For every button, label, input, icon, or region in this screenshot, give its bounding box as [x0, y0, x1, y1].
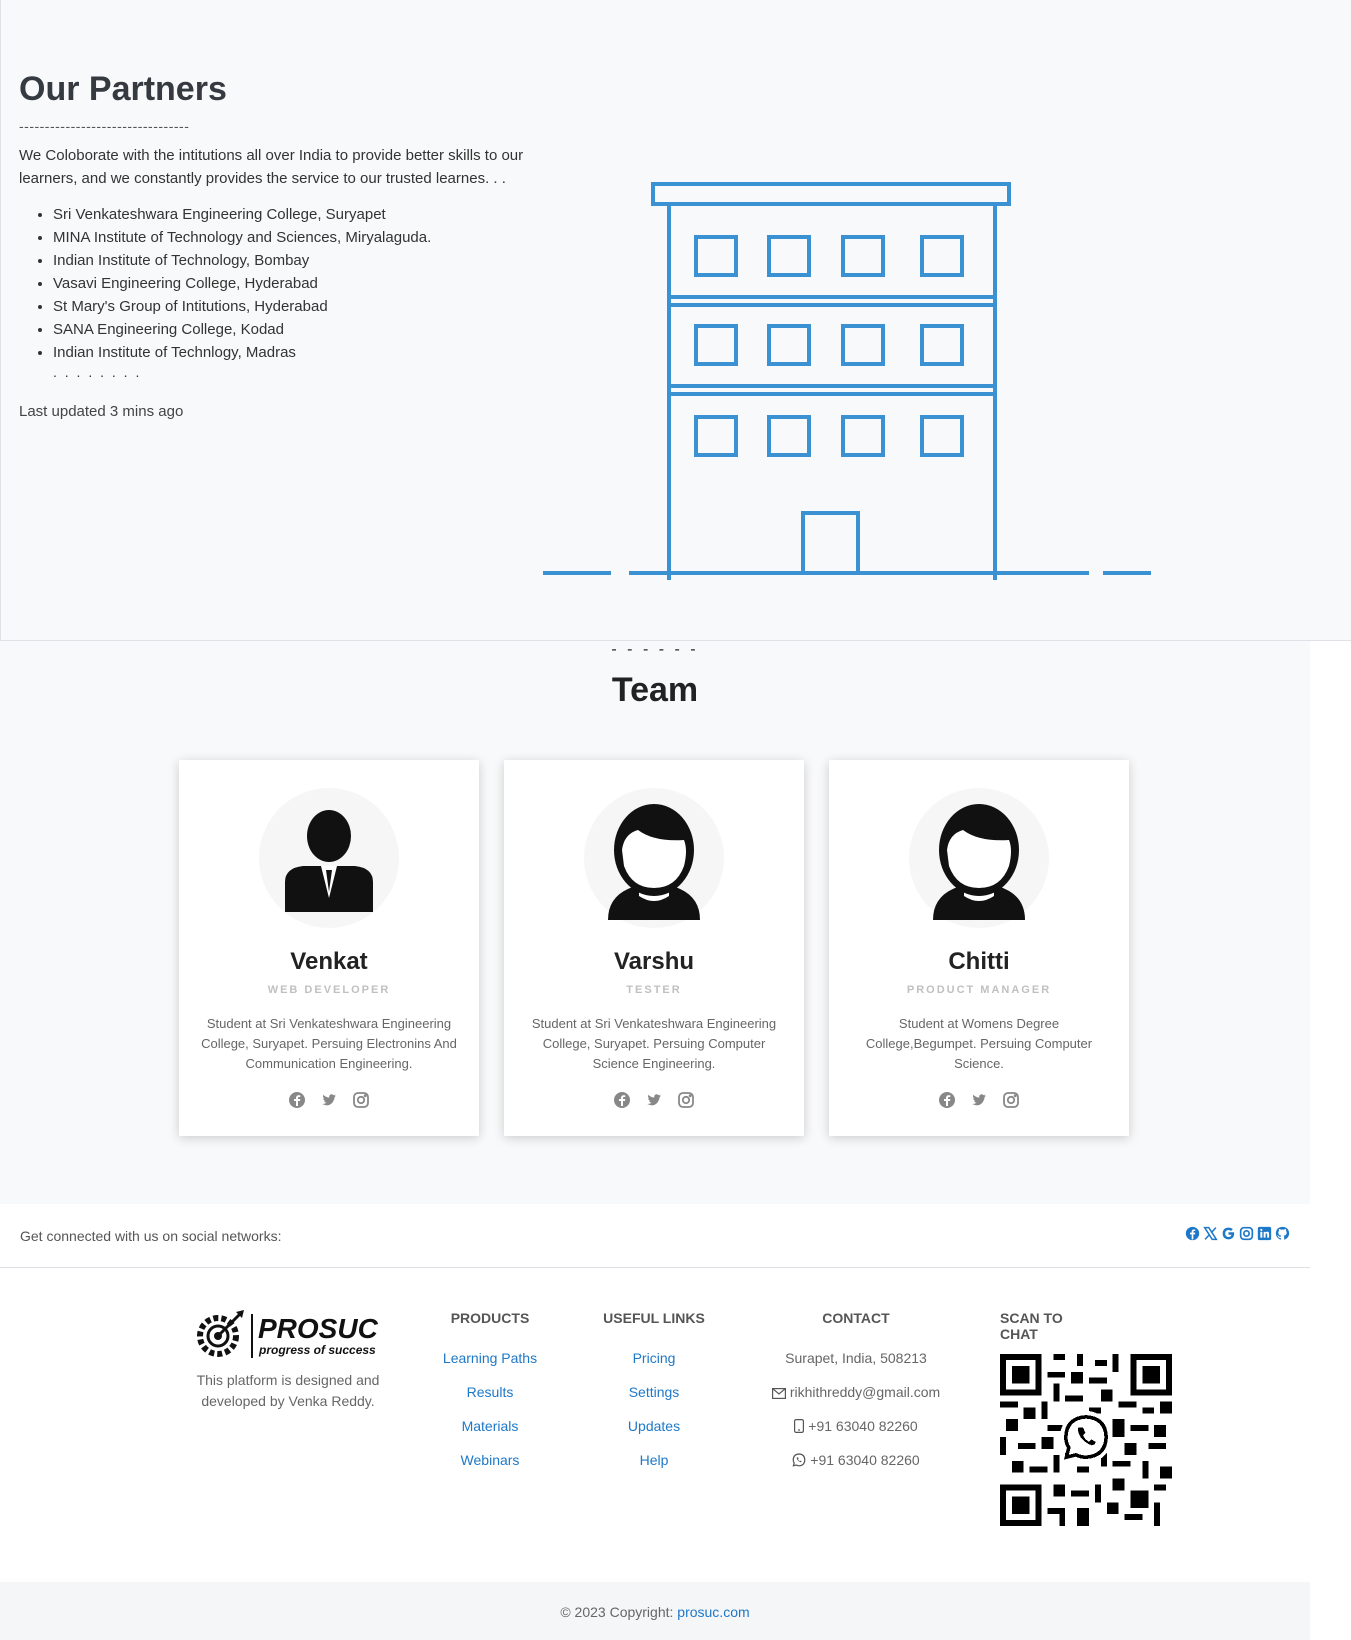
- female-avatar-icon: [909, 788, 1049, 928]
- instagram-icon[interactable]: [1239, 1226, 1254, 1241]
- useful-links-heading: USEFUL LINKS: [603, 1310, 705, 1326]
- member-name: Venkat: [290, 948, 368, 975]
- x-icon[interactable]: [1203, 1226, 1218, 1241]
- member-socials: [504, 1091, 804, 1109]
- member-role: WEB DEVELOPER: [267, 984, 391, 996]
- logo-tagline: progress of success: [258, 1343, 376, 1357]
- prosuc-logo: PROSUC progress of success: [192, 1308, 382, 1369]
- instagram-icon[interactable]: [677, 1091, 695, 1109]
- logo-text: PROSUC: [258, 1313, 379, 1344]
- team-card-chitti: Chitti PRODUCT MANAGER Student at Womens…: [829, 760, 1129, 1136]
- member-description: Student at Sri Venkateshwara Engineering…: [201, 1016, 457, 1071]
- team-title: Team: [611, 671, 699, 709]
- member-socials: [829, 1091, 1129, 1109]
- partner-item: SANA Engineering College, Kodad: [53, 318, 431, 341]
- member-role: PRODUCT MANAGER: [906, 984, 1052, 996]
- instagram-icon[interactable]: [352, 1091, 370, 1109]
- male-avatar-icon: [259, 788, 399, 928]
- female-avatar-icon: [584, 788, 724, 928]
- link-results[interactable]: Results: [426, 1384, 554, 1418]
- link-help[interactable]: Help: [598, 1452, 710, 1486]
- partner-item: Sri Venkateshwara Engineering College, S…: [53, 203, 431, 226]
- social-bar: Get connected with us on social networks…: [0, 1204, 1310, 1268]
- building-icon: [543, 182, 1151, 580]
- member-socials: [179, 1091, 479, 1109]
- contact-email[interactable]: rikhithreddy@gmail.com: [756, 1384, 956, 1418]
- team-dashes: - - - - - -: [611, 641, 699, 658]
- products-column: PRODUCTS Learning Paths Results Material…: [426, 1310, 554, 1486]
- partners-description: We Coloborate with the intitutions all o…: [19, 147, 524, 187]
- google-icon[interactable]: [1221, 1226, 1236, 1241]
- link-webinars[interactable]: Webinars: [426, 1452, 554, 1486]
- facebook-icon[interactable]: [288, 1091, 306, 1109]
- team-card-varshu: Varshu TESTER Student at Sri Venkateshwa…: [504, 760, 804, 1136]
- contact-whatsapp[interactable]: +91 63040 82260: [756, 1452, 956, 1486]
- footer: PROSUC progress of success This platform…: [0, 1268, 1310, 1582]
- twitter-icon[interactable]: [645, 1091, 663, 1109]
- scan-heading: SCAN TO CHAT: [1000, 1310, 1063, 1342]
- social-bar-text: Get connected with us on social networks…: [20, 1228, 282, 1244]
- copyright-text: © 2023 Copyright:: [560, 1604, 678, 1620]
- member-description: Student at Womens Degree College,Begumpe…: [865, 1016, 1093, 1071]
- partners-divider: ---------------------------------: [19, 118, 190, 134]
- partner-item: Vasavi Engineering College, Hyderabad: [53, 272, 431, 295]
- last-updated-text: Last updated 3 mins ago: [19, 403, 184, 420]
- products-heading: PRODUCTS: [450, 1310, 530, 1326]
- useful-links-column: USEFUL LINKS Pricing Settings Updates He…: [598, 1310, 710, 1486]
- twitter-icon[interactable]: [320, 1091, 338, 1109]
- facebook-icon[interactable]: [1185, 1226, 1200, 1241]
- partner-item: MINA Institute of Technology and Science…: [53, 226, 431, 249]
- contact-column: CONTACT Surapet, India, 508213 rikhithre…: [756, 1310, 956, 1486]
- partner-item: St Mary's Group of Intitutions, Hyderaba…: [53, 295, 431, 318]
- social-bar-icons: [1185, 1226, 1290, 1241]
- envelope-icon: [771, 1388, 786, 1400]
- linkedin-icon[interactable]: [1257, 1226, 1272, 1241]
- scan-column: SCAN TO CHAT: [1000, 1310, 1100, 1350]
- facebook-icon[interactable]: [938, 1091, 956, 1109]
- github-icon[interactable]: [1275, 1226, 1290, 1241]
- partner-item: Indian Institute of Technology, Bombay: [53, 249, 431, 272]
- partners-section: Our Partners ---------------------------…: [0, 0, 1351, 641]
- partners-title: Our Partners: [19, 70, 227, 108]
- link-updates[interactable]: Updates: [598, 1418, 710, 1452]
- partners-more: . . . . . . . .: [53, 364, 142, 380]
- facebook-icon[interactable]: [613, 1091, 631, 1109]
- link-pricing[interactable]: Pricing: [598, 1350, 710, 1384]
- contact-heading: CONTACT: [822, 1310, 890, 1326]
- link-learning-paths[interactable]: Learning Paths: [426, 1350, 554, 1384]
- team-card-venkat: Venkat WEB DEVELOPER Student at Sri Venk…: [179, 760, 479, 1136]
- link-settings[interactable]: Settings: [598, 1384, 710, 1418]
- contact-address: Surapet, India, 508213: [785, 1350, 927, 1366]
- member-description: Student at Sri Venkateshwara Engineering…: [531, 1016, 777, 1071]
- link-materials[interactable]: Materials: [426, 1418, 554, 1452]
- member-name: Varshu: [613, 948, 695, 975]
- instagram-icon[interactable]: [1002, 1091, 1020, 1109]
- qr-code[interactable]: [1000, 1354, 1172, 1531]
- team-section: - - - - - - Team Venkat WEB DEVELOPER St…: [0, 641, 1310, 1204]
- copyright-link[interactable]: prosuc.com: [677, 1604, 749, 1620]
- contact-phone[interactable]: +91 63040 82260: [756, 1418, 956, 1452]
- copyright-bar: © 2023 Copyright: prosuc.com: [0, 1582, 1310, 1640]
- logo-description: This platform is designed and developed …: [196, 1372, 380, 1409]
- member-role: TESTER: [626, 984, 682, 996]
- phone-icon: [794, 1419, 805, 1434]
- twitter-icon[interactable]: [970, 1091, 988, 1109]
- whatsapp-icon: [792, 1453, 806, 1467]
- member-name: Chitti: [948, 948, 1010, 975]
- partner-item: Indian Institute of Technlogy, Madras: [53, 341, 431, 364]
- partners-list: Sri Venkateshwara Engineering College, S…: [53, 203, 431, 364]
